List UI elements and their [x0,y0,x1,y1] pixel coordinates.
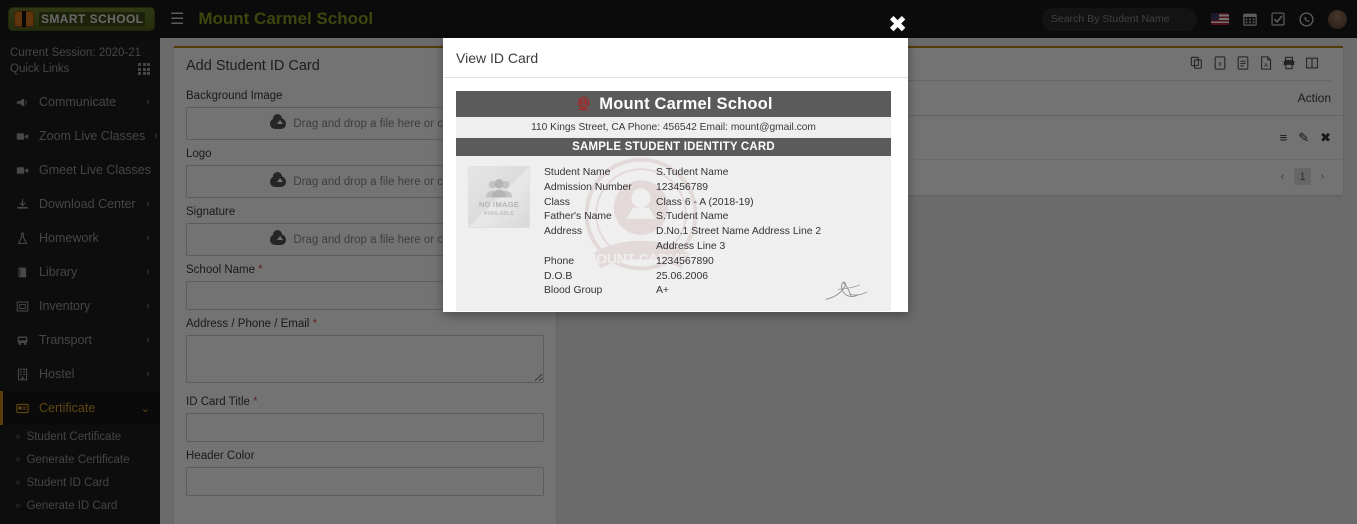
id-card-detail-label: Admission Number [544,181,632,193]
id-card-detail-value: Class 6 - A (2018-19) [656,196,754,208]
id-card-detail-value: D.No.1 Street Name Address Line 2 [656,226,822,238]
modal-header: View ID Card [443,38,908,78]
id-card-detail-value: 123456789 [656,181,709,193]
id-card-detail-label: Father's Name [544,211,612,223]
id-card-detail-row: Admission Number 123456789 [544,181,879,196]
student-photo-placeholder: NO IMAGE AVAILABLE [468,166,530,228]
id-card-detail-row: Phone 1234567890 [544,255,879,270]
id-card-detail-label [544,240,656,255]
student-id-card: Mount Carmel School 110 Kings Street, CA… [456,91,891,312]
id-card-detail-value: S.Tudent Name [656,211,729,223]
no-image-line1: NO IMAGE [478,199,520,209]
id-card-header: Mount Carmel School [456,91,891,117]
view-id-card-modal: View ID Card Mount Carmel School 110 Kin… [443,38,908,312]
id-card-detail-label: D.O.B [544,270,573,282]
id-card-detail-label: Address [544,226,583,238]
id-card-detail-row: Address Line 3 [544,240,879,255]
id-card-school-name: Mount Carmel School [599,94,773,113]
id-card-detail-row: Class Class 6 - A (2018-19) [544,196,879,211]
id-card-detail-row: Student Name S.Tudent Name [544,166,879,181]
id-card-detail-label: Blood Group [544,285,603,297]
app-root: SMARTSCHOOL Current Session: 2020-21 Qui… [0,0,1357,524]
close-icon[interactable]: ✖ [888,14,907,37]
id-card-detail-value: Address Line 3 [656,240,726,252]
school-crest-icon [577,96,590,110]
id-card-detail-row: Father's Name S.Tudent Name [544,210,879,225]
id-card-detail-label: Class [544,196,570,208]
id-card-detail-value: S.Tudent Name [656,167,729,178]
no-image-line2: AVAILABLE [483,210,515,217]
people-icon [485,178,513,197]
modal-title: View ID Card [456,49,539,66]
id-card-detail-value: 1234567890 [656,255,714,267]
modal-body: Mount Carmel School 110 Kings Street, CA… [443,78,908,324]
id-card-address-line: 110 Kings Street, CA Phone: 456542 Email… [456,117,891,138]
id-card-body: MOUNT CARMEL NO IMAGE AVAILABLE Student … [456,156,891,312]
id-card-detail-row: Address D.No.1 Street Name Address Line 2 [544,225,879,240]
id-card-title-band: SAMPLE STUDENT IDENTITY CARD [456,138,891,156]
id-card-detail-label: Phone [544,255,575,267]
id-card-detail-label: Student Name [544,167,611,178]
principal-signature [825,281,868,300]
